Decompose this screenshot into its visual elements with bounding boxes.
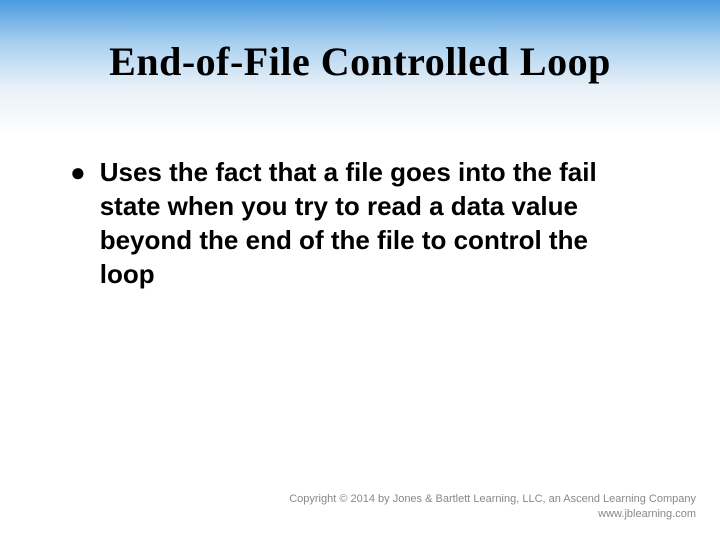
slide-title: End-of-File Controlled Loop: [0, 0, 720, 85]
bullet-item: ● Uses the fact that a file goes into th…: [70, 155, 650, 291]
copyright-text: Copyright © 2014 by Jones & Bartlett Lea…: [289, 492, 696, 507]
slide-content: ● Uses the fact that a file goes into th…: [0, 85, 720, 291]
bullet-marker-icon: ●: [70, 155, 86, 189]
bullet-text: Uses the fact that a file goes into the …: [100, 155, 650, 291]
footer: Copyright © 2014 by Jones & Bartlett Lea…: [289, 492, 696, 522]
slide: End-of-File Controlled Loop ● Uses the f…: [0, 0, 720, 540]
footer-url: www.jblearning.com: [289, 507, 696, 522]
